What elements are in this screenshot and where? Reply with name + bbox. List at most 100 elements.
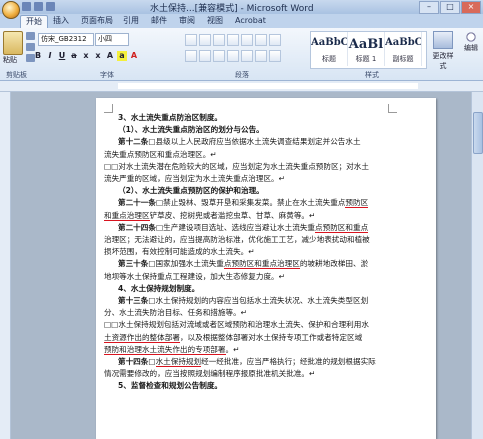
italic-button[interactable]: I (45, 51, 55, 61)
change-case-button[interactable]: A (105, 51, 115, 61)
document-line[interactable]: 流失严重的区域，应当划定为水土流失重点治理区。↵ (104, 173, 394, 185)
font-size-combo[interactable]: 小四 (95, 33, 129, 46)
editing-button[interactable]: 编辑 (460, 31, 482, 53)
document-line[interactable]: 第十二条□县级以上人民政府应当依据水土流失调查结果划定并公告水土 (104, 136, 394, 148)
vertical-scrollbar[interactable] (471, 92, 483, 439)
tab-page-layout[interactable]: 页面布局 (76, 15, 118, 27)
tab-mailings[interactable]: 邮件 (146, 15, 172, 27)
style-title[interactable]: AaBbC 标题 (311, 32, 348, 66)
horizontal-ruler[interactable] (0, 81, 483, 92)
show-marks-button[interactable] (269, 34, 281, 46)
redo-icon[interactable] (46, 2, 55, 11)
group-label-styles: 样式 (365, 71, 379, 79)
document-line[interactable]: （1）、水土流失重点防治区的划分与公告。 (104, 124, 394, 136)
font-format-row: B I U a x x A a A (33, 51, 139, 61)
document-line[interactable]: 流失重点预防区和重点治理区。↵ (104, 149, 394, 161)
text-run: 的坡耕地改梯田、淤 (299, 259, 369, 269)
title-bar: 水土保持...[兼容模式] - Microsoft Word – □ × (0, 0, 483, 14)
document-line[interactable]: 分、水土流失防治目标、任务和措施等。↵ (104, 307, 394, 319)
change-styles-icon (433, 31, 453, 49)
save-icon[interactable] (22, 2, 31, 11)
text-run: 。↵ (225, 344, 240, 354)
font-color-button[interactable]: A (129, 51, 139, 61)
text-run: □□水土保持规划包括对流域或者区域预防和治理水土流失、保护和合理利用水 (104, 320, 369, 330)
document-line[interactable]: □□水土保持规划包括对流域或者区域预防和治理水土流失、保护和合理利用水 (104, 319, 394, 331)
text-run: 铲草皮、挖树兜或者滥挖虫草、甘草、麻黄等。↵ (149, 210, 316, 220)
line-spacing-button[interactable] (241, 50, 253, 62)
document-line[interactable]: 第三十条□国家加强水土流失重点预防区和重点治理区的坡耕地改梯田、淤 (104, 258, 394, 270)
text-run: 4、水土保持规划制度。 (118, 283, 200, 293)
close-button[interactable]: × (461, 1, 481, 14)
copy-icon[interactable] (26, 43, 35, 51)
document-line[interactable]: 第十三条□水土保持规划的内容应当包括水土流失状况、水土流失类型区划 (104, 295, 394, 307)
tab-acrobat[interactable]: Acrobat (230, 15, 271, 27)
document-body[interactable]: 3、水土流失重点防治区制度。 （1）、水土流失重点防治区的划分与公告。 第十二条□县… (104, 112, 394, 393)
tab-review[interactable]: 审阅 (174, 15, 200, 27)
ribbon-tabs: 开始 插入 页面布局 引用 邮件 审阅 视图 Acrobat (0, 14, 483, 28)
bold-button[interactable]: B (33, 51, 43, 61)
align-left-button[interactable] (185, 50, 197, 62)
undo-icon[interactable] (34, 2, 43, 11)
group-label-font: 字体 (100, 71, 114, 79)
multilevel-list-button[interactable] (213, 34, 225, 46)
text-run: □国家加强水土流失重 (148, 259, 224, 269)
document-line[interactable]: 4、水土保持规划制度。 (104, 283, 394, 295)
strikethrough-button[interactable]: a (69, 51, 79, 61)
document-line[interactable]: 土资源作出的整体部署，以及根据整体部署对水土保持专项工作或者特定区域 (104, 332, 394, 344)
borders-button[interactable] (269, 50, 281, 62)
document-line[interactable]: □□对水土流失潜在危险较大的区域，应当划定为水土流失重点预防区；对水土 (104, 161, 394, 173)
text-run: 5、监督检查和规划公告制度。 (118, 381, 223, 391)
tab-home[interactable]: 开始 (20, 15, 48, 28)
paste-button[interactable]: 粘贴 (3, 31, 23, 64)
sort-button[interactable] (255, 34, 267, 46)
tab-view[interactable]: 视图 (202, 15, 228, 27)
document-line[interactable]: 地坝等水土保持重点工程建设，加大生态修复力度。↵ (104, 271, 394, 283)
style-subtitle[interactable]: AaBbC 副标题 (385, 32, 422, 66)
document-line[interactable]: 损坏范围，有效控制可能造成的水土流失。↵ (104, 246, 394, 258)
text-run: 分、水土流失防治目标、任务和措施等。↵ (104, 308, 248, 318)
increase-indent-button[interactable] (241, 34, 253, 46)
subscript-button[interactable]: x (81, 51, 91, 61)
minimize-button[interactable]: – (419, 1, 439, 14)
document-line[interactable]: 治理区；无法避让的，应当提高防治标准，优化施工工艺，减少地表扰动和植被 (104, 234, 394, 246)
numbering-button[interactable] (199, 34, 211, 46)
align-center-button[interactable] (199, 50, 211, 62)
document-line[interactable]: （2）、水土流失重点预防区的保护和治理。 (104, 185, 394, 197)
justify-button[interactable] (227, 50, 239, 62)
document-line[interactable]: 第二十一条□禁止毁林、毁草开垦和采集发菜。禁止在水土流失重点预防区 (104, 197, 394, 209)
tab-references[interactable]: 引用 (118, 15, 144, 27)
underlined-text: 水土保持规划 (155, 357, 202, 368)
vertical-ruler[interactable] (0, 92, 11, 439)
superscript-button[interactable]: x (93, 51, 103, 61)
style-heading-1[interactable]: AaBl 标题 1 (348, 32, 385, 66)
office-button[interactable] (2, 1, 20, 19)
scrollbar-thumb[interactable] (473, 112, 483, 154)
font-name-combo[interactable]: 仿宋_GB2312 (38, 33, 94, 46)
text-run: （1）、水土流失重点防治区的划分与公告。 (118, 125, 264, 135)
underlined-text: 土资源作出的整体部署 (104, 332, 180, 343)
text-run: 第二十四条 (118, 222, 156, 232)
tab-insert[interactable]: 插入 (48, 15, 74, 27)
text-run: 第十二条 (118, 137, 149, 147)
group-label-paragraph: 段落 (235, 71, 249, 79)
document-line[interactable]: 3、水土流失重点防治区制度。 (104, 112, 394, 124)
cut-icon[interactable] (26, 32, 35, 40)
bullets-button[interactable] (185, 34, 197, 46)
shading-button[interactable] (255, 50, 267, 62)
change-styles-button[interactable]: 更改样式 (430, 31, 456, 71)
document-line[interactable]: 第十四条□水土保持规划经一经批准，应当严格执行；经批准的规划根据实际 (104, 356, 394, 368)
decrease-indent-button[interactable] (227, 34, 239, 46)
document-line[interactable]: 预防和治理水土流失作出的专项部署。↵ (104, 344, 394, 356)
underlined-text: 预防和治理水土流失作出的专项部署 (104, 344, 226, 355)
document-line[interactable]: 情况需要修改的，应当按照规划编制程序报原批准机关批准。↵ (104, 368, 394, 380)
text-run: ，以及根据整体部署对水土保持专项工作或者特定区域 (179, 332, 363, 342)
window-title: 水土保持...[兼容模式] - Microsoft Word (150, 4, 314, 14)
document-line[interactable]: 和重点治理区铲草皮、挖树兜或者滥挖虫草、甘草、麻黄等。↵ (104, 210, 394, 222)
highlight-button[interactable]: a (117, 51, 127, 61)
text-run: □生产建设项目选址、选线应当避让水土流失重 (155, 222, 316, 232)
document-line[interactable]: 第二十四条□生产建设项目选址、选线应当避让水土流失重点预防区和重点 (104, 222, 394, 234)
underline-button[interactable]: U (57, 51, 67, 61)
align-right-button[interactable] (213, 50, 225, 62)
maximize-button[interactable]: □ (440, 1, 460, 14)
document-line[interactable]: 5、监督检查和规划公告制度。 (104, 380, 394, 392)
